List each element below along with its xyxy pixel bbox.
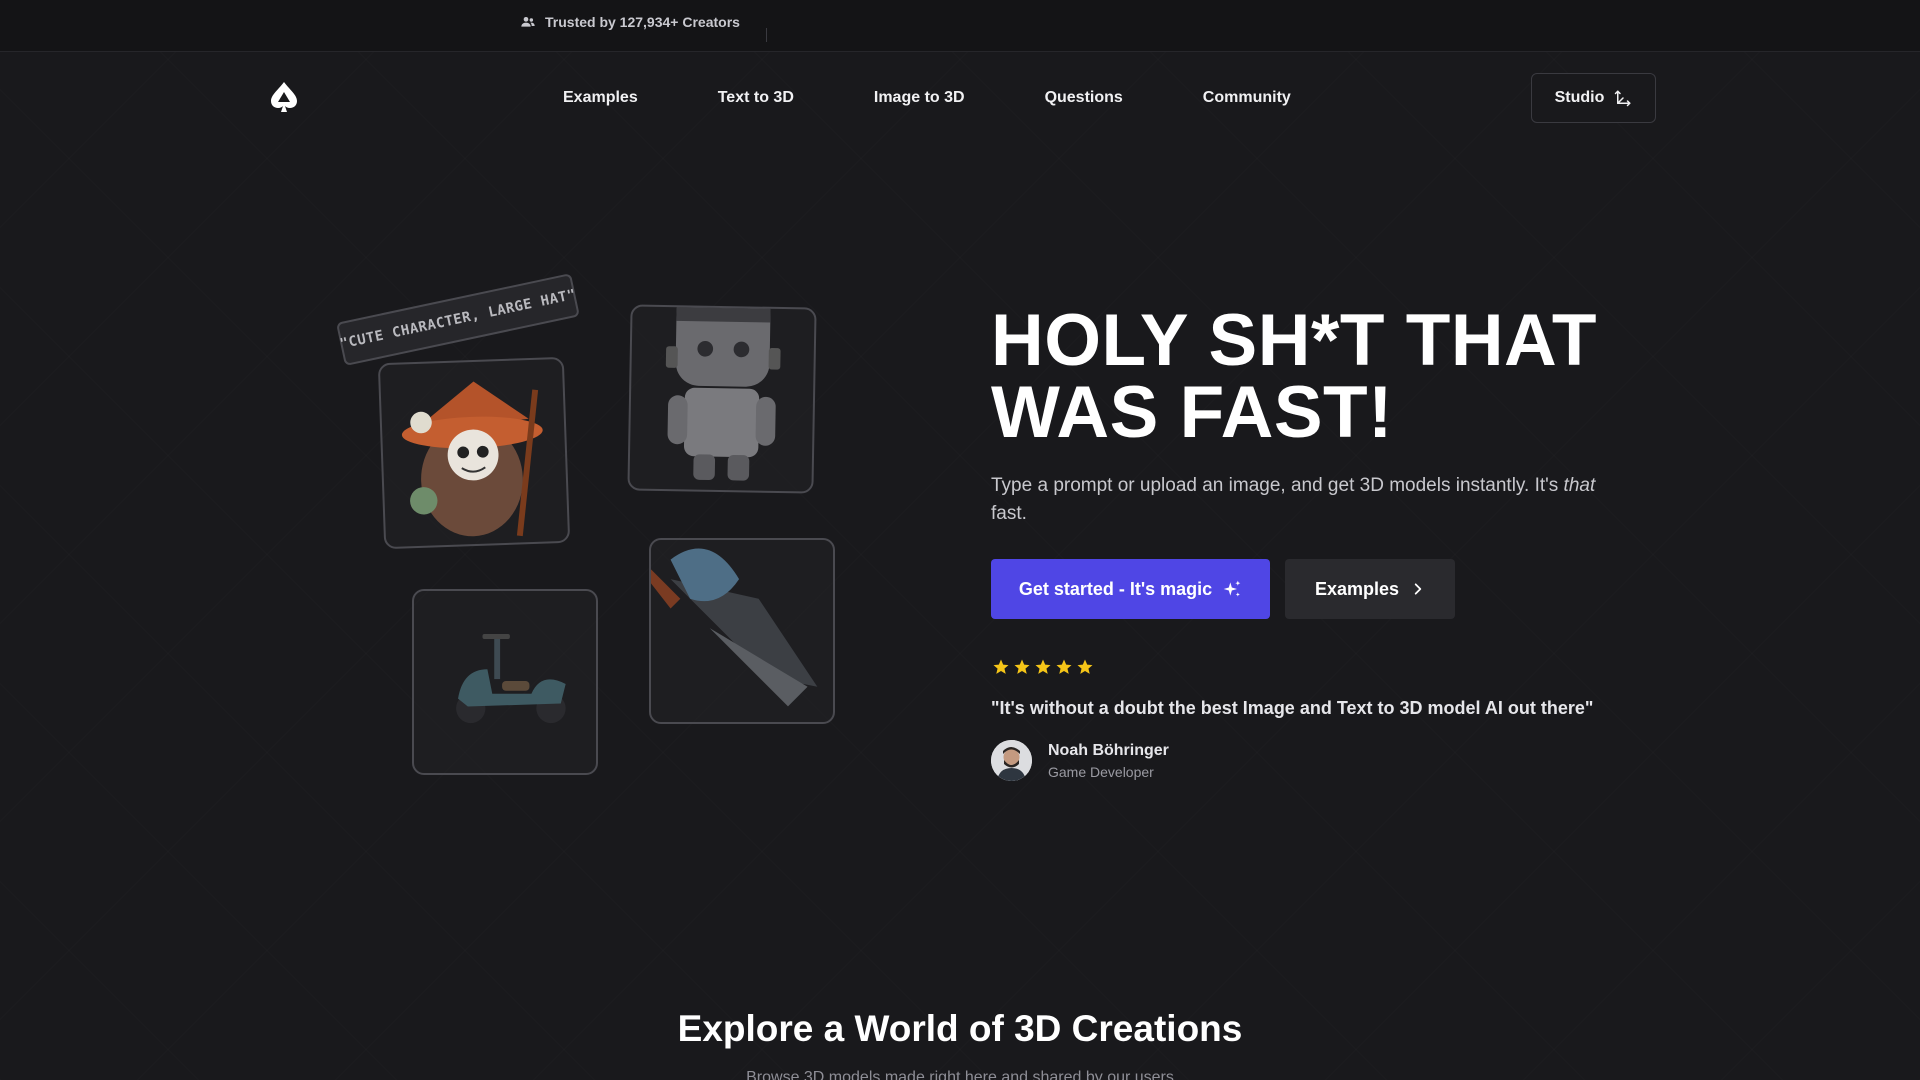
reviewer-role: Game Developer xyxy=(1048,763,1154,780)
hero-subtext: Type a prompt or upload an image, and ge… xyxy=(991,472,1611,528)
star-icon xyxy=(1014,659,1030,674)
avatar xyxy=(991,740,1032,781)
sparkles-icon xyxy=(1223,580,1241,597)
model-card-scooter xyxy=(412,589,598,775)
topbar-divider xyxy=(766,28,767,42)
star-icon xyxy=(1077,659,1093,674)
nav-link-examples[interactable]: Examples xyxy=(563,89,638,107)
nav-link-questions[interactable]: Questions xyxy=(1045,89,1123,107)
examples-button[interactable]: Examples xyxy=(1285,559,1455,619)
get-started-label: Get started - It's magic xyxy=(1018,578,1213,599)
spade-logo-icon[interactable] xyxy=(268,80,300,116)
reviewer-info: Noah Böhringer Game Developer xyxy=(1048,742,1169,780)
trusted-badge: Trusted by 127,934+ Creators xyxy=(520,14,740,30)
reviewer-name: Noah Böhringer xyxy=(1048,741,1169,759)
nav-link-community[interactable]: Community xyxy=(1203,89,1291,107)
studio-button[interactable]: Studio xyxy=(1531,73,1656,123)
explore-subtitle: Browse 3D models made right here and sha… xyxy=(746,1069,1174,1080)
star-icon xyxy=(1035,659,1051,674)
model-card-sword xyxy=(649,538,835,724)
model-card-wizard xyxy=(377,356,571,550)
subtext-part-2: fast. xyxy=(991,503,1027,524)
axis-3d-icon xyxy=(1615,90,1631,107)
get-started-button[interactable]: Get started - It's magic xyxy=(991,559,1270,619)
reviewer: Noah Böhringer Game Developer xyxy=(991,740,1169,781)
examples-button-label: Examples xyxy=(1314,578,1400,599)
nav-link-image-to-3d[interactable]: Image to 3D xyxy=(874,89,965,107)
hero-headline: HOLY SH*T THAT WAS FAST! xyxy=(991,300,1597,453)
subtext-part-1: Type a prompt or upload an image, and ge… xyxy=(991,475,1564,496)
prompt-tag: "CUTE CHARACTER, LARGE HAT" xyxy=(336,273,580,367)
wizard-model-image xyxy=(401,381,543,537)
star-icon xyxy=(1056,659,1072,674)
scooter-model-image xyxy=(456,634,566,724)
nav-links: Examples Text to 3D Image to 3D Question… xyxy=(563,89,1291,107)
rating-stars xyxy=(992,658,1094,676)
explore-title: Explore a World of 3D Creations xyxy=(677,1008,1243,1049)
nav-link-text-to-3d[interactable]: Text to 3D xyxy=(718,89,794,107)
users-icon xyxy=(521,17,535,27)
subtext-emphasis: that xyxy=(1563,475,1596,496)
announcement-bar: Trusted by 127,934+ Creators xyxy=(0,0,1920,52)
frankenstein-model-image xyxy=(665,306,781,481)
reviewer-photo xyxy=(991,740,1032,781)
trusted-text: Trusted by 127,934+ Creators xyxy=(545,14,740,30)
star-icon xyxy=(993,659,1009,674)
main-nav: Examples Text to 3D Image to 3D Question… xyxy=(0,52,1920,144)
model-card-frankenstein xyxy=(627,304,817,494)
chevron-right-icon xyxy=(1414,583,1422,595)
testimonial-quote: "It's without a doubt the best Image and… xyxy=(991,698,1594,718)
sword-model-image xyxy=(651,548,818,707)
studio-label: Studio xyxy=(1554,89,1605,106)
